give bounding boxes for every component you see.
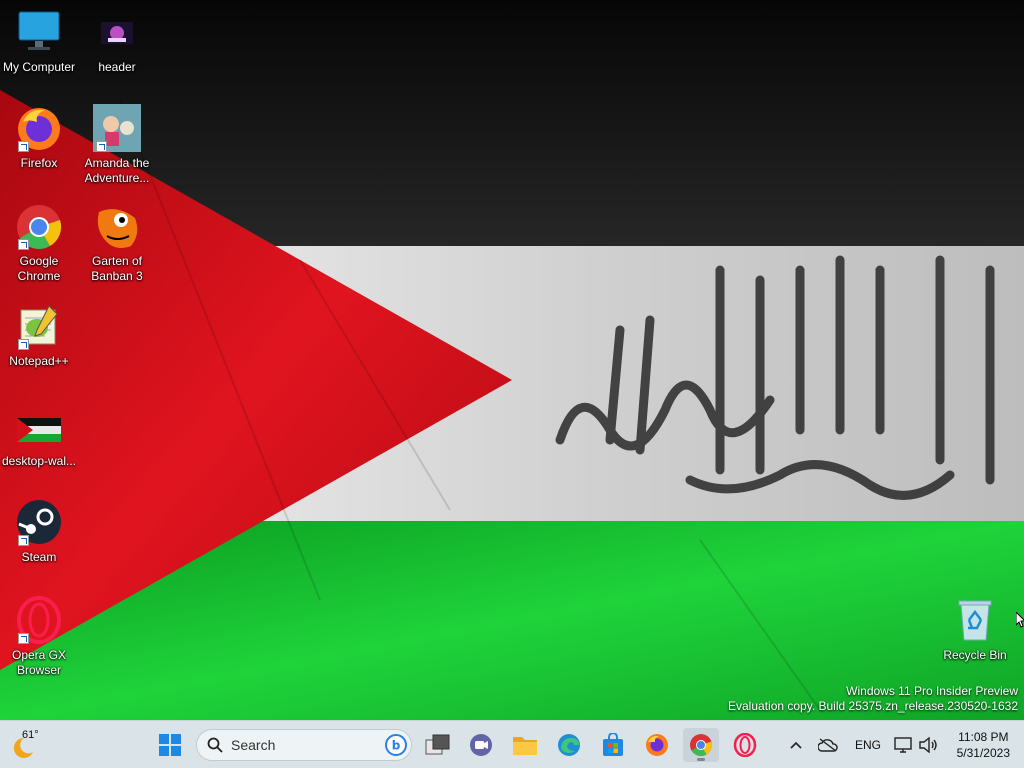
desktop-icon-desktop-wallpaper[interactable]: desktop-wal... [0,402,78,469]
cloud-offline-icon [818,738,838,752]
folder-icon [513,737,537,755]
desktop-icon-label: header [98,60,136,74]
desktop-icon-label: Opera GX Browser [11,648,67,677]
edge-button[interactable] [551,728,587,762]
speaker-icon [919,737,937,753]
desktop-icon-notepadpp[interactable]: Notepad++ [0,302,78,369]
chrome-icon [15,202,63,250]
network-icon [894,737,912,753]
desktop-icon-label: Notepad++ [9,354,69,368]
windows-logo-icon [159,734,181,756]
teams-chat-button[interactable] [463,728,499,762]
recycle-bin-icon [951,596,999,644]
system-clock[interactable]: 11:08 PM 5/31/2023 [957,729,1010,761]
windows-watermark: Windows 11 Pro Insider Preview Evaluatio… [728,684,1018,714]
desktop-icon-recycle-bin[interactable]: Recycle Bin [936,596,1014,663]
opera-gx-taskbar-button[interactable] [727,728,763,762]
desktop-icon-label: desktop-wal... [1,454,77,468]
game-icon [93,104,141,152]
teams-chat-icon [470,734,492,756]
steam-icon [15,498,63,546]
desktop-icon-label: Recycle Bin [943,648,1007,662]
task-view-button[interactable] [420,728,456,762]
desktop-icon-firefox[interactable]: Firefox [0,104,78,171]
desktop-icon-my-computer[interactable]: My Computer [0,8,78,75]
desktop-icon-label: Steam [21,550,57,564]
image-file-icon [15,402,63,450]
weather-temperature: 61° [22,729,39,741]
image-file-icon [93,8,141,56]
svg-text:b: b [392,739,401,753]
volume-tray-button[interactable] [914,728,942,762]
start-button[interactable] [152,728,188,762]
desktop[interactable]: My Computer header Firefox Amanda the Ad… [0,0,1024,720]
taskbar: 61° Search b ENG 11:08 PM 5/31/2023 [0,720,1024,768]
show-hidden-icons-button[interactable] [782,728,810,762]
store-icon [603,733,623,756]
opera-gx-icon [15,596,63,644]
desktop-icon-label: Firefox [20,156,58,170]
firefox-icon [646,734,668,756]
onedrive-tray-button[interactable] [814,728,842,762]
search-icon [207,737,223,753]
watermark-edition: Windows 11 Pro Insider Preview [846,684,1018,698]
taskbar-search-box[interactable]: Search b [196,729,412,761]
weather-widget[interactable]: 61° [10,727,50,763]
chrome-icon [690,734,713,756]
desktop-icon-header[interactable]: header [78,8,156,75]
watermark-build: Evaluation copy. Build 25375.zn_release.… [728,699,1018,713]
file-explorer-button[interactable] [507,728,543,762]
desktop-icon-label: Google Chrome [17,254,61,283]
shortcut-arrow-icon [18,633,29,644]
search-label: Search [231,737,276,753]
shortcut-arrow-icon [18,535,29,546]
chrome-taskbar-button[interactable] [683,728,719,762]
bing-icon: b [385,734,407,756]
mouse-cursor-icon [1016,612,1024,628]
shortcut-arrow-icon [18,239,29,250]
desktop-icon-chrome[interactable]: Google Chrome [0,202,78,284]
desktop-icon-label: Amanda the Adventure... [84,156,150,185]
task-view-icon [425,734,450,755]
game-icon [93,202,141,250]
shortcut-arrow-icon [18,141,29,152]
desktop-icon-label: Garten of Banban 3 [91,254,143,283]
edge-icon [558,734,580,756]
shortcut-arrow-icon [96,141,107,152]
desktop-icon-opera-gx[interactable]: Opera GX Browser [0,596,78,678]
microsoft-store-button[interactable] [595,728,631,762]
firefox-taskbar-button[interactable] [639,728,675,762]
desktop-icon-amanda[interactable]: Amanda the Adventure... [78,104,156,186]
language-indicator[interactable]: ENG [855,738,881,752]
clock-date: 5/31/2023 [956,746,1010,760]
chevron-up-icon [790,741,802,749]
firefox-icon [15,104,63,152]
desktop-icon-steam[interactable]: Steam [0,498,78,565]
notepad-plus-plus-icon [15,302,63,350]
opera-gx-icon [733,733,757,757]
clock-time: 11:08 PM [958,730,1009,744]
shortcut-arrow-icon [18,339,29,350]
desktop-icon-garten-of-banban[interactable]: Garten of Banban 3 [78,202,156,284]
desktop-icon-label: My Computer [2,60,76,74]
monitor-icon [15,8,63,56]
